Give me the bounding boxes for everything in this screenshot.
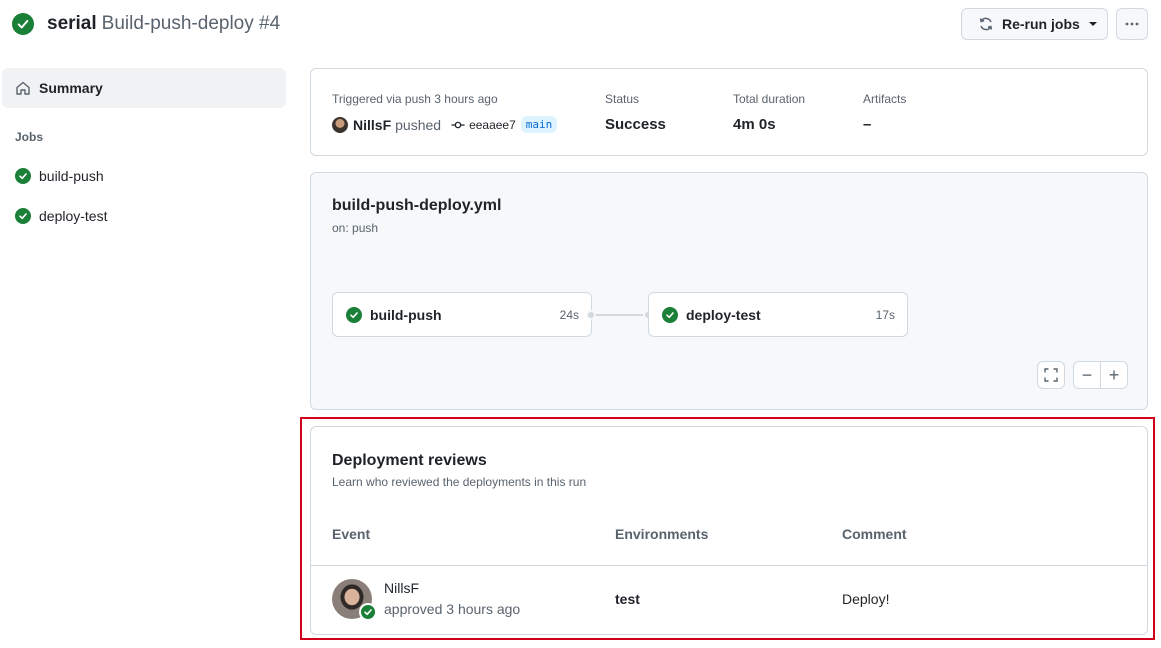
graph-job-deploy-test[interactable]: deploy-test 17s [648, 292, 908, 337]
run-name: Build-push-deploy #4 [101, 13, 281, 34]
job-connector [591, 314, 649, 316]
commit-sha: eeaaee7 [469, 117, 516, 132]
sidebar-item-label: Summary [39, 80, 103, 96]
sidebar-item-label: build-push [39, 168, 104, 184]
workflow-name[interactable]: serial [47, 13, 97, 34]
graph-job-build-push[interactable]: build-push 24s [332, 292, 592, 337]
success-check-icon [12, 13, 34, 35]
branch-label[interactable]: main [520, 116, 558, 133]
success-check-icon [15, 168, 31, 184]
artifacts-value: – [863, 116, 872, 133]
status-value: Success [605, 116, 666, 133]
more-options-button[interactable] [1116, 8, 1148, 40]
fullscreen-button[interactable] [1037, 361, 1065, 389]
actor-link[interactable]: NillsF [353, 117, 391, 133]
screen-full-icon [1044, 368, 1058, 382]
workflow-trigger: on: push [332, 221, 379, 235]
zoom-out-button[interactable]: − [1073, 361, 1101, 389]
connector-dot [586, 310, 596, 320]
sidebar-item-build-push[interactable]: build-push [15, 164, 104, 188]
success-check-icon [662, 306, 678, 323]
plus-icon: + [1108, 364, 1120, 385]
avatar[interactable] [332, 116, 348, 133]
workflow-graph-card: build-push-deploy.yml on: push build-pus… [310, 172, 1148, 410]
highlight-box [300, 417, 1155, 640]
sidebar-item-summary[interactable]: Summary [2, 68, 286, 108]
artifacts-label: Artifacts [863, 92, 907, 106]
graph-job-duration: 24s [559, 307, 579, 322]
duration-label: Total duration [733, 92, 806, 106]
page-title: serial Build-push-deploy #4 [47, 10, 280, 38]
rerun-jobs-button[interactable]: Re-run jobs [961, 8, 1108, 40]
graph-job-name: deploy-test [686, 306, 761, 323]
success-check-icon [15, 208, 31, 224]
sidebar-item-deploy-test[interactable]: deploy-test [15, 204, 107, 228]
graph-job-name: build-push [370, 306, 442, 323]
commit-link[interactable]: eeaaee7 [451, 118, 516, 132]
home-icon [16, 81, 30, 95]
workflow-run-page: serial Build-push-deploy #4 Re-run jobs S… [0, 0, 1161, 648]
status-label: Status [605, 92, 640, 106]
graph-job-duration: 17s [875, 307, 895, 322]
workflow-file-name: build-push-deploy.yml [332, 197, 502, 214]
push-info: NillsF pushed eeaaee7 main [332, 116, 558, 133]
zoom-in-button[interactable]: + [1100, 361, 1128, 389]
trigger-text: Triggered via push 3 hours ago [332, 92, 498, 106]
sync-icon [979, 17, 993, 31]
duration-value: 4m 0s [733, 116, 776, 133]
git-commit-icon [451, 121, 465, 128]
push-verb: pushed [395, 116, 442, 133]
kebab-horizontal-icon [1125, 22, 1139, 26]
run-summary-card: Triggered via push 3 hours ago NillsF pu… [310, 68, 1148, 156]
jobs-heading: Jobs [15, 130, 44, 144]
success-check-icon [346, 306, 362, 323]
rerun-jobs-label: Re-run jobs [1002, 16, 1080, 32]
page-header: serial Build-push-deploy #4 [12, 10, 280, 38]
minus-icon: − [1081, 364, 1093, 385]
chevron-down-icon [1088, 22, 1097, 26]
sidebar-item-label: deploy-test [39, 208, 108, 224]
